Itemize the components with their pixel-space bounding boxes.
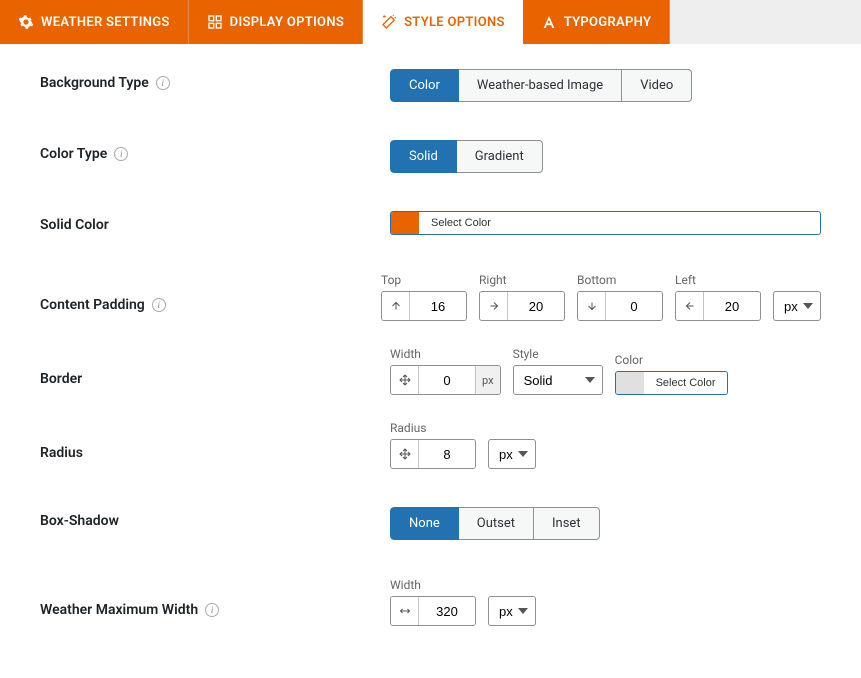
label-radius: Radius bbox=[40, 445, 83, 461]
solid-color-picker[interactable]: Select Color bbox=[390, 211, 821, 235]
padding-top-value[interactable] bbox=[410, 292, 466, 320]
border-color-picker[interactable]: Select Color bbox=[615, 371, 729, 395]
tab-label: WEATHER SETTINGS bbox=[41, 15, 170, 30]
info-icon[interactable]: i bbox=[114, 147, 128, 161]
padding-left-value[interactable] bbox=[704, 292, 760, 320]
padding-top-input[interactable] bbox=[381, 291, 467, 321]
background-type-group: Color Weather-based Image Video bbox=[390, 69, 821, 102]
tab-label: DISPLAY OPTIONS bbox=[230, 15, 344, 30]
info-icon[interactable]: i bbox=[205, 603, 219, 617]
info-icon[interactable]: i bbox=[152, 298, 166, 312]
move-icon bbox=[391, 440, 419, 468]
padding-right-input[interactable] bbox=[479, 291, 565, 321]
tab-weather-settings[interactable]: WEATHER SETTINGS bbox=[0, 0, 189, 44]
padding-bottom-value[interactable] bbox=[606, 292, 662, 320]
bg-option-color[interactable]: Color bbox=[390, 69, 459, 102]
label-box-shadow: Box-Shadow bbox=[40, 513, 119, 529]
bg-option-weather-image[interactable]: Weather-based Image bbox=[458, 69, 622, 102]
border-width-unit: px bbox=[475, 366, 500, 394]
color-swatch bbox=[391, 212, 419, 234]
grid-icon bbox=[207, 14, 223, 30]
padding-right-value[interactable] bbox=[508, 292, 564, 320]
tab-style-options[interactable]: STYLE OPTIONS bbox=[363, 0, 523, 44]
field-label-left: Left bbox=[675, 273, 761, 287]
typography-icon bbox=[541, 14, 557, 30]
move-icon bbox=[391, 366, 419, 394]
radius-unit-select[interactable]: px bbox=[488, 439, 536, 469]
padding-left-input[interactable] bbox=[675, 291, 761, 321]
shadow-outset[interactable]: Outset bbox=[458, 507, 534, 540]
arrows-horizontal-icon bbox=[391, 597, 419, 625]
border-style-select[interactable]: Solid bbox=[513, 365, 603, 395]
label-background-type: Background Type bbox=[40, 75, 149, 91]
field-label-width: Width bbox=[390, 578, 476, 592]
radius-input[interactable] bbox=[390, 439, 476, 469]
max-width-value[interactable] bbox=[419, 597, 475, 625]
tab-typography[interactable]: TYPOGRAPHY bbox=[523, 0, 671, 44]
field-label-top: Top bbox=[381, 273, 467, 287]
tab-label: TYPOGRAPHY bbox=[564, 15, 652, 30]
color-type-group: Solid Gradient bbox=[390, 140, 821, 173]
label-max-width: Weather Maximum Width bbox=[40, 602, 198, 618]
field-label-right: Right bbox=[479, 273, 565, 287]
field-label-radius: Radius bbox=[390, 421, 476, 435]
shadow-none[interactable]: None bbox=[390, 507, 459, 540]
field-label-style: Style bbox=[513, 347, 603, 361]
tab-bar-filler bbox=[670, 0, 861, 44]
arrow-right-icon bbox=[480, 292, 508, 320]
select-color-button[interactable]: Select Color bbox=[419, 212, 503, 234]
box-shadow-group: None Outset Inset bbox=[390, 507, 821, 540]
wand-icon bbox=[381, 14, 397, 30]
border-width-value[interactable] bbox=[419, 366, 475, 394]
field-label-color: Color bbox=[615, 353, 729, 367]
select-color-button[interactable]: Select Color bbox=[644, 372, 728, 394]
tab-display-options[interactable]: DISPLAY OPTIONS bbox=[189, 0, 363, 44]
gear-icon bbox=[18, 14, 34, 30]
arrow-left-icon bbox=[676, 292, 704, 320]
border-width-input[interactable]: px bbox=[390, 365, 501, 395]
shadow-inset[interactable]: Inset bbox=[533, 507, 600, 540]
padding-unit-select[interactable]: px bbox=[773, 291, 821, 321]
field-label-bottom: Bottom bbox=[577, 273, 663, 287]
label-color-type: Color Type bbox=[40, 146, 107, 162]
label-content-padding: Content Padding bbox=[40, 297, 145, 313]
arrow-up-icon bbox=[382, 292, 410, 320]
padding-bottom-input[interactable] bbox=[577, 291, 663, 321]
color-swatch bbox=[616, 372, 644, 394]
max-width-input[interactable] bbox=[390, 596, 476, 626]
label-solid-color: Solid Color bbox=[40, 217, 109, 233]
max-width-unit-select[interactable]: px bbox=[488, 596, 536, 626]
info-icon[interactable]: i bbox=[156, 76, 170, 90]
tab-label: STYLE OPTIONS bbox=[404, 15, 505, 30]
label-border: Border bbox=[40, 371, 82, 387]
arrow-down-icon bbox=[578, 292, 606, 320]
field-label-width: Width bbox=[390, 347, 501, 361]
bg-option-video[interactable]: Video bbox=[621, 69, 692, 102]
color-type-gradient[interactable]: Gradient bbox=[456, 140, 543, 173]
radius-value[interactable] bbox=[419, 440, 475, 468]
color-type-solid[interactable]: Solid bbox=[390, 140, 457, 173]
